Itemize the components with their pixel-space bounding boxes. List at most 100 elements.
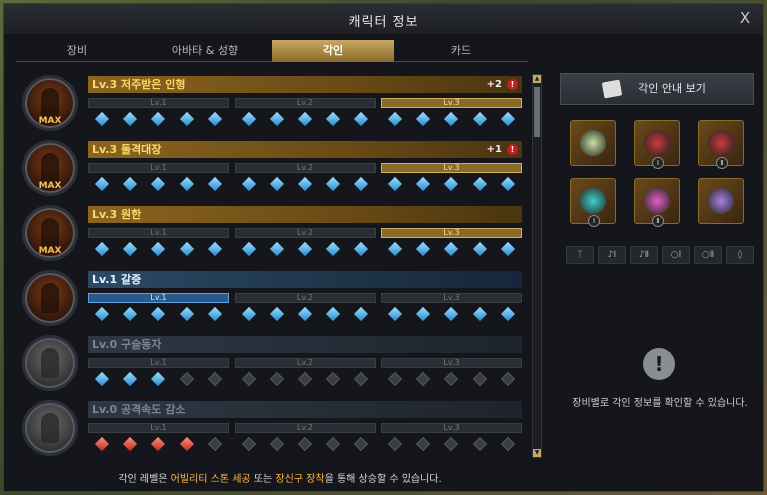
tab-equipment[interactable]: 장비 [16,40,138,62]
engraving-node-icon [269,436,284,452]
engraving-bonus: +2 [486,79,502,90]
scroll-up-button[interactable]: ▲ [533,75,541,83]
earring-1-slot[interactable]: Ⅰ [634,120,680,169]
engraving-node-icon [241,241,256,257]
engraving-node-icon [241,306,256,322]
warning-icon[interactable]: ! [507,79,518,90]
node-row [88,176,229,192]
engraving-node-icon [444,111,459,127]
earring-1-filter-icon[interactable]: ♪Ⅰ [598,246,626,264]
engraving-node-icon [207,371,222,387]
necklace-slot[interactable] [570,120,616,166]
level-label: Lv.2 [234,358,376,368]
node-row [235,176,376,192]
level-track: Lv.2 [234,163,376,195]
level-label: Lv.3 [381,98,522,108]
engraving-row[interactable]: MAX Lv.3 돌격대장 +1! Lv.1 Lv.2 Lv.3 [18,137,528,199]
engraving-node-icon [207,306,222,322]
engraving-node-icon [95,176,110,192]
tab-engraving[interactable]: 각인 [272,40,394,62]
engraving-node-icon [179,436,194,452]
engraving-node-icon [326,111,341,127]
level-track: Lv.3 [381,358,522,390]
level-label: Lv.3 [381,293,522,303]
engraving-node-icon [179,241,194,257]
level-track: Lv.3 [381,163,522,195]
scroll-thumb[interactable] [534,87,540,137]
level-track: Lv.2 [234,228,376,260]
engraving-node-icon [326,176,341,192]
equipment-grid: Ⅰ Ⅱ Ⅰ Ⅱ [570,120,748,232]
engraving-node-icon [444,176,459,192]
footer-hint: 각인 레벨은 어빌리티 스톤 세공 또는 장신구 장착을 통해 상승할 수 있습… [18,470,542,485]
portrait-figure [41,283,59,313]
level-label: Lv.1 [88,423,229,433]
earring-2-slot[interactable]: Ⅱ [698,120,744,169]
engraving-row[interactable]: Lv.1 갈증 Lv.1 Lv.2 Lv.3 [18,267,528,329]
engraving-row[interactable]: Lv.0 구슬동자 Lv.1 Lv.2 Lv.3 [18,332,528,394]
engraving-node-icon [326,306,341,322]
level-label: Lv.2 [234,293,376,303]
engraving-node-icon [123,371,138,387]
engraving-row[interactable]: Lv.0 공격속도 감소 Lv.1 Lv.2 Lv.3 [18,397,528,458]
engraving-header: Lv.3 저주받은 인형 +2! [88,76,522,93]
level-track: Lv.2 [234,358,376,390]
stone-icon [708,188,734,214]
engraving-portrait-icon [22,270,78,326]
portrait-figure [41,88,59,118]
engraving-node-icon [444,306,459,322]
max-label: MAX [38,246,62,256]
engraving-node-icon [269,176,284,192]
ring-2-filter-icon[interactable]: ○Ⅱ [694,246,722,264]
scroll-down-button[interactable]: ▼ [533,449,541,457]
engraving-node-icon [388,176,403,192]
engraving-node-icon [354,241,369,257]
earring-2-filter-icon[interactable]: ♪Ⅱ [630,246,658,264]
engraving-node-icon [241,436,256,452]
engraving-row[interactable]: MAX Lv.3 원한 Lv.1 Lv.2 Lv.3 [18,202,528,264]
engraving-node-icon [241,371,256,387]
warning-icon[interactable]: ! [507,144,518,155]
engraving-node-icon [95,306,110,322]
guide-button-label: 각인 안내 보기 [638,82,706,95]
engraving-header: Lv.0 구슬동자 [88,336,522,353]
level-track: Lv.1 [88,228,229,260]
engraving-node-icon [151,241,166,257]
engraving-title: Lv.3 돌격대장 [92,143,162,156]
engraving-node-icon [269,111,284,127]
engraving-header: Lv.1 갈증 [88,271,522,288]
stone-filter-icon[interactable]: ◊ [726,246,754,264]
ring-1-filter-icon[interactable]: ○Ⅰ [662,246,690,264]
engraving-node-icon [95,436,110,452]
node-row [381,176,522,192]
engraving-row[interactable]: MAX Lv.3 저주받은 인형 +2! Lv.1 Lv.2 Lv.3 [18,72,528,134]
engraving-node-icon [297,371,313,387]
close-icon[interactable]: X [737,10,753,26]
necklace-icon [580,130,606,156]
engraving-list: MAX Lv.3 저주받은 인형 +2! Lv.1 Lv.2 Lv.3 MAX Lv.3 돌격… [18,72,528,458]
node-row [235,241,376,257]
engraving-node-icon [123,436,138,452]
node-row [381,111,522,127]
engraving-node-icon [151,371,166,387]
portrait-figure [41,218,59,248]
scrollbar[interactable]: ▲ ▼ [532,74,542,458]
engraving-node-icon [326,241,341,257]
engraving-node-icon [95,111,110,127]
ring-2-slot[interactable]: Ⅱ [634,178,680,227]
stone-slot[interactable] [698,178,744,224]
ring-1-slot[interactable]: Ⅰ [570,178,616,227]
engraving-node-icon [444,371,459,387]
tab-avatar[interactable]: 아바타 & 성향 [144,40,266,62]
necklace-filter-icon[interactable]: ᛉ [566,246,594,264]
tab-cards[interactable]: 카드 [400,40,522,62]
engraving-node-icon [388,436,403,452]
engraving-node-icon [472,111,487,127]
node-row [381,371,522,387]
level-label: Lv.3 [381,163,522,173]
tier-badge: Ⅰ [588,215,600,227]
engraving-guide-button[interactable]: 각인 안내 보기 [560,73,754,105]
node-row [88,241,229,257]
engraving-node-icon [472,436,487,452]
engraving-bonus: +1 [486,144,502,155]
